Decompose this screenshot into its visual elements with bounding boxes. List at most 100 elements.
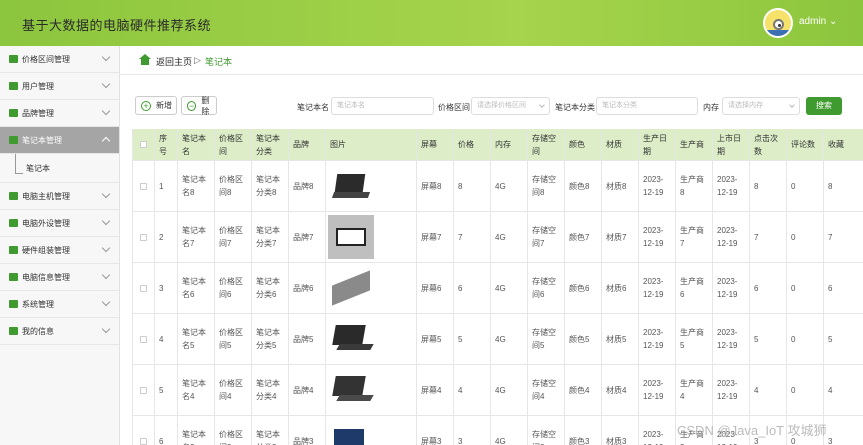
- chevron-down-icon: [101, 189, 111, 199]
- cell-mat: 材质8: [602, 161, 639, 211]
- menu-icon: [9, 109, 18, 117]
- menu-icon: [9, 192, 18, 200]
- cell-price: 价格区间8: [215, 161, 252, 211]
- cell-comments: 0: [787, 314, 824, 364]
- chevron-down-icon: [101, 297, 111, 307]
- table-row[interactable]: 4 笔记本名5 价格区间5 笔记本分类5 品牌5 屏幕5 5 4G 存储空间5 颜色5 材质5 202…: [133, 314, 863, 365]
- cell-storage: 存储空间6: [528, 263, 565, 313]
- cell-cat: 笔记本分类8: [252, 161, 289, 211]
- sidebar-item-assembly[interactable]: 硬件组装管理: [0, 237, 119, 264]
- cell-color: 颜色4: [565, 365, 602, 415]
- cell-clicks: 8: [750, 161, 787, 211]
- sidebar-item-peripherals[interactable]: 电脑外设管理: [0, 210, 119, 237]
- cell-clicks: 6: [750, 263, 787, 313]
- cell-no: 2: [155, 212, 178, 262]
- cell-brand: 品牌4: [289, 365, 326, 415]
- top-header: 基于大数据的电脑硬件推荐系统 admin ⌄: [0, 0, 863, 46]
- cell-comments: 0: [787, 365, 824, 415]
- cell-cost: 8: [454, 161, 491, 211]
- cell-screen: 屏幕5: [417, 314, 454, 364]
- cell-cat: 笔记本分类4: [252, 365, 289, 415]
- price-select[interactable]: 请选择价格区间: [471, 97, 550, 115]
- row-checkbox[interactable]: [140, 284, 147, 292]
- name-label: 笔记本名: [297, 103, 329, 112]
- table-row[interactable]: 2 笔记本名7 价格区间7 笔记本分类7 品牌7 屏幕7 7 4G 存储空间7 颜色7 材质7 202…: [133, 212, 863, 263]
- cell-comments: 0: [787, 161, 824, 211]
- cell-cat: 笔记本分类3: [252, 416, 289, 445]
- sidebar-item-price-range[interactable]: 价格区间管理: [0, 46, 119, 73]
- name-input[interactable]: 笔记本名: [331, 97, 434, 115]
- cell-mat: 材质3: [602, 416, 639, 445]
- sidebar-subitem-laptop[interactable]: 笔记本: [0, 154, 119, 183]
- cell-cost: 5: [454, 314, 491, 364]
- avatar-eye-icon: [773, 19, 784, 30]
- cell-fav: 7: [824, 212, 863, 262]
- cell-launch: 2023-12-19: [713, 161, 750, 211]
- cell-mat: 材质7: [602, 212, 639, 262]
- breadcrumb-home[interactable]: 返回主页: [156, 55, 192, 68]
- laptop-image: [328, 419, 374, 445]
- cell-price: 价格区间7: [215, 212, 252, 262]
- sidebar-item-brands[interactable]: 品牌管理: [0, 100, 119, 127]
- sidebar-item-computer-info[interactable]: 电脑信息管理: [0, 264, 119, 291]
- row-checkbox[interactable]: [140, 233, 147, 241]
- home-icon[interactable]: [139, 54, 151, 65]
- cell-cat: 笔记本分类7: [252, 212, 289, 262]
- user-menu[interactable]: admin ⌄: [799, 16, 837, 27]
- chevron-down-icon: [101, 270, 111, 280]
- row-checkbox[interactable]: [140, 437, 147, 445]
- cell-clicks: 5: [750, 314, 787, 364]
- cell-storage: 存储空间7: [528, 212, 565, 262]
- menu-icon: [9, 273, 18, 281]
- cell-color: 颜色5: [565, 314, 602, 364]
- laptop-image-cell: [326, 314, 417, 364]
- category-input[interactable]: 笔记本分类: [596, 97, 698, 115]
- plus-icon: +: [141, 100, 151, 111]
- search-button[interactable]: 搜索: [806, 97, 842, 115]
- row-checkbox[interactable]: [140, 386, 147, 394]
- chevron-up-icon: [101, 136, 111, 146]
- select-all-checkbox[interactable]: [140, 141, 147, 148]
- add-button[interactable]: + 新增: [135, 96, 177, 115]
- cell-price: 价格区间4: [215, 365, 252, 415]
- cell-screen: 屏幕8: [417, 161, 454, 211]
- cell-launch: 2023-12-19: [713, 314, 750, 364]
- cell-mem: 4G: [491, 416, 528, 445]
- cell-comments: 0: [787, 212, 824, 262]
- cell-fav: 6: [824, 263, 863, 313]
- sidebar-item-users[interactable]: 用户管理: [0, 73, 119, 100]
- table-row[interactable]: 5 笔记本名4 价格区间4 笔记本分类4 品牌4 屏幕4 4 4G 存储空间4 颜色4 材质4 202…: [133, 365, 863, 416]
- cell-color: 颜色6: [565, 263, 602, 313]
- cell-cost: 4: [454, 365, 491, 415]
- menu-icon: [9, 246, 18, 254]
- row-checkbox[interactable]: [140, 335, 147, 343]
- minus-icon: −: [187, 100, 197, 111]
- chevron-down-icon: [101, 324, 111, 334]
- cell-mat: 材质6: [602, 263, 639, 313]
- table-row[interactable]: 3 笔记本名6 价格区间6 笔记本分类6 品牌6 屏幕6 6 4G 存储空间6 颜色6 材质6 202…: [133, 263, 863, 314]
- cell-cost: 6: [454, 263, 491, 313]
- cell-name: 笔记本名5: [178, 314, 215, 364]
- cell-name: 笔记本名6: [178, 263, 215, 313]
- cell-launch: 2023-12-19: [713, 212, 750, 262]
- sidebar: 价格区间管理 用户管理 品牌管理 笔记本管理 笔记本 电脑主机管理 电脑外设管理…: [0, 46, 120, 445]
- chevron-down-icon: [101, 79, 111, 89]
- cell-color: 颜色3: [565, 416, 602, 445]
- memory-select[interactable]: 请选择内存: [722, 97, 800, 115]
- cell-comments: 0: [787, 263, 824, 313]
- cell-fav: 4: [824, 365, 863, 415]
- cell-prod: 2023-12-19: [639, 161, 676, 211]
- sidebar-item-laptops[interactable]: 笔记本管理: [0, 127, 119, 154]
- sidebar-item-system[interactable]: 系统管理: [0, 291, 119, 318]
- cell-mem: 4G: [491, 365, 528, 415]
- sidebar-item-my-info[interactable]: 我的信息: [0, 318, 119, 345]
- table-row[interactable]: 1 笔记本名8 价格区间8 笔记本分类8 品牌8 屏幕8 8 4G 存储空间8 颜色8 材质8 202…: [133, 161, 863, 212]
- delete-button[interactable]: − 删除: [181, 96, 217, 116]
- breadcrumb-separator: ▷: [194, 55, 201, 65]
- cell-maker: 生产商5: [676, 314, 713, 364]
- avatar[interactable]: [763, 8, 793, 38]
- sidebar-item-desktops[interactable]: 电脑主机管理: [0, 183, 119, 210]
- cell-brand: 品牌5: [289, 314, 326, 364]
- main-content: 返回主页 ▷ 笔记本 + 新增 − 删除 笔记本名 笔记本名 价格区间 请选择价格区…: [120, 46, 863, 445]
- row-checkbox[interactable]: [140, 182, 147, 190]
